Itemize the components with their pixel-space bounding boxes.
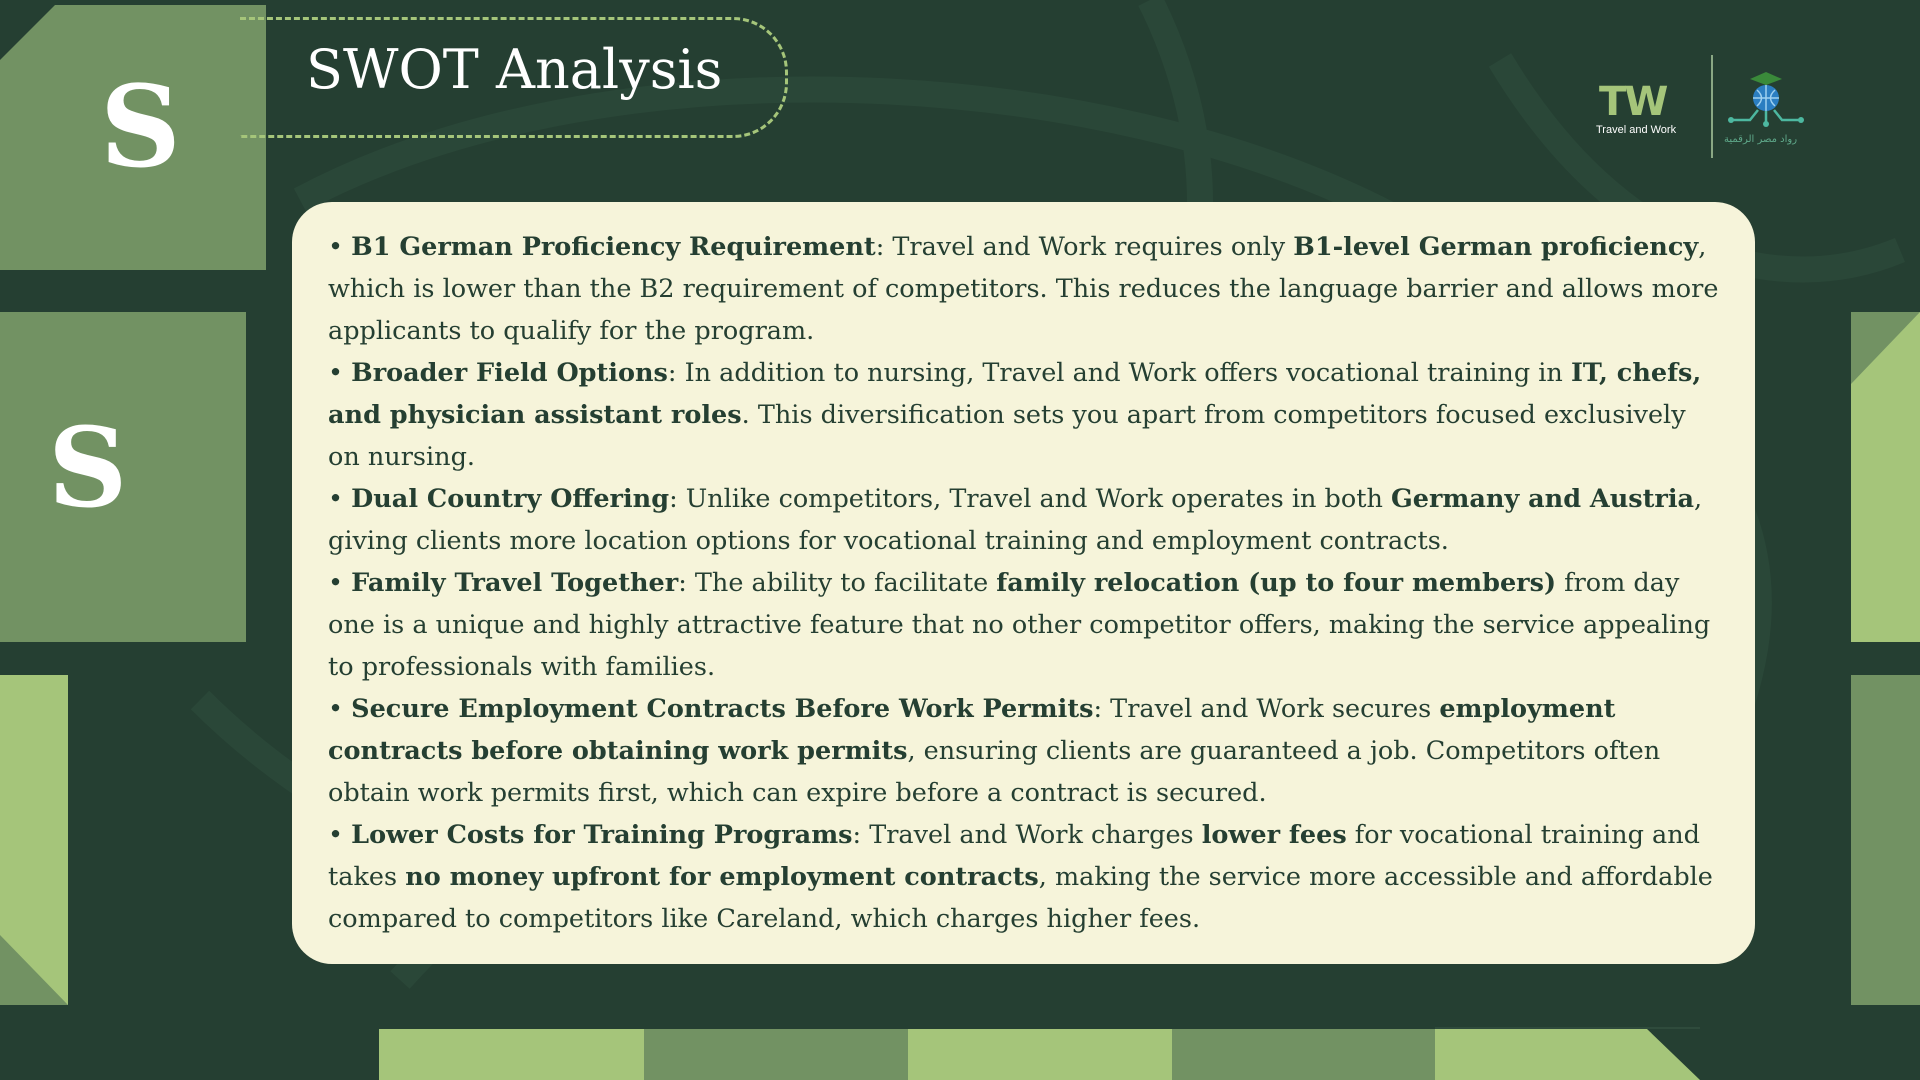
strength-label: B1 German Proficiency Requirement bbox=[351, 232, 876, 262]
strength-label: Lower Costs for Training Programs bbox=[351, 820, 853, 850]
strength-text: : Travel and Work secures bbox=[1093, 694, 1440, 724]
strength-highlight: B1-level German proficiency bbox=[1293, 232, 1699, 262]
strengths-card: • B1 German Proficiency Requirement: Tra… bbox=[292, 202, 1755, 964]
strength-item: • Family Travel Together: The ability to… bbox=[328, 568, 1711, 682]
partner-logo-caption: رواد مصر الرقمية bbox=[1724, 134, 1798, 145]
strength-highlight: lower fees bbox=[1201, 820, 1347, 850]
right-block-bottom bbox=[1851, 675, 1920, 1005]
strength-label: Broader Field Options bbox=[351, 358, 668, 388]
strength-highlight: family relocation (up to four members) bbox=[996, 568, 1557, 598]
page-title: SWOT Analysis bbox=[306, 38, 723, 101]
bottom-strip-tile bbox=[379, 1029, 644, 1080]
strength-item: • Broader Field Options: In addition to … bbox=[328, 358, 1702, 472]
swot-letter-middle: S bbox=[48, 403, 128, 532]
bottom-strip-tile bbox=[644, 1029, 908, 1080]
bottom-strip-line bbox=[1435, 1027, 1700, 1029]
strength-highlight: no money upfront for employment contract… bbox=[405, 862, 1039, 892]
strength-text: : In addition to nursing, Travel and Wor… bbox=[667, 358, 1571, 388]
strength-text: : The ability to facilitate bbox=[678, 568, 997, 598]
bottom-strip-tile bbox=[908, 1029, 1172, 1080]
logo-divider bbox=[1711, 55, 1713, 158]
strength-item: • Lower Costs for Training Programs: Tra… bbox=[328, 820, 1713, 934]
right-block-top-corner bbox=[1851, 312, 1920, 384]
graduation-globe-icon bbox=[1728, 72, 1804, 127]
bottom-strip-tile bbox=[1172, 1029, 1435, 1080]
strength-item: • Secure Employment Contracts Before Wor… bbox=[328, 694, 1661, 808]
strength-label: Secure Employment Contracts Before Work … bbox=[351, 694, 1094, 724]
strengths-list: • B1 German Proficiency Requirement: Tra… bbox=[328, 226, 1719, 940]
strength-label: Family Travel Together bbox=[351, 568, 679, 598]
travel-and-work-logo: TW bbox=[1599, 79, 1668, 125]
left-block-bottom-corner bbox=[0, 935, 68, 1005]
strength-item: • Dual Country Offering: Unlike competit… bbox=[328, 484, 1703, 556]
strength-text: : Unlike competitors, Travel and Work op… bbox=[669, 484, 1391, 514]
strength-highlight: Germany and Austria bbox=[1390, 484, 1695, 514]
strength-item: • B1 German Proficiency Requirement: Tra… bbox=[328, 232, 1719, 346]
travel-and-work-logo-caption: Travel and Work bbox=[1596, 124, 1677, 136]
strength-text: : Travel and Work charges bbox=[852, 820, 1202, 850]
left-block-top-notch bbox=[0, 5, 55, 60]
strength-label: Dual Country Offering bbox=[351, 484, 670, 514]
swot-letter-top: S bbox=[100, 62, 181, 193]
strength-text: : Travel and Work requires only bbox=[875, 232, 1294, 262]
